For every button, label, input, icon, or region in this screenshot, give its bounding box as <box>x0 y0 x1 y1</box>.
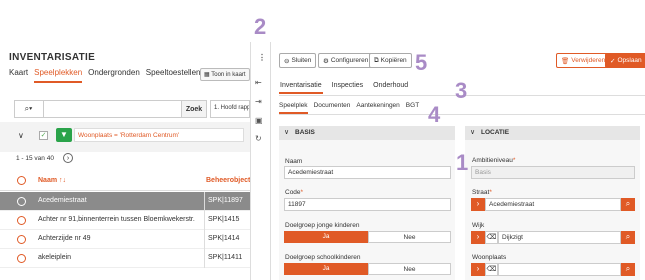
code-field[interactable]: 11897 <box>284 198 451 211</box>
row-radio[interactable] <box>17 216 26 225</box>
collapse-left-icon[interactable]: ⇤ <box>255 78 262 87</box>
column-beheerobject[interactable]: Beheerobject <box>206 177 250 184</box>
straat-field[interactable]: Acedemiestraat <box>485 198 621 211</box>
code-label: Code* <box>285 189 304 196</box>
eraser-icon[interactable]: ⌫ <box>485 231 498 244</box>
close-button[interactable]: ⊖ Sluiten <box>279 53 317 68</box>
woonplaats-field[interactable] <box>498 263 621 276</box>
nav-ondergronden[interactable]: Ondergronden <box>88 68 140 83</box>
nav-speeltoestellen[interactable]: Speeltoestellen <box>146 68 201 83</box>
chevron-down-icon[interactable]: ∨ <box>18 131 24 140</box>
copy-button[interactable]: ⧉ Kopiëren <box>369 53 412 68</box>
woonplaats-label: Woonplaats <box>472 254 507 261</box>
jonge-kinderen-ja[interactable]: Ja <box>284 231 368 243</box>
chevron-down-icon: ∨ <box>470 129 476 136</box>
ambitie-select[interactable]: Basis <box>471 166 635 179</box>
schoolkinderen-ja[interactable]: Ja <box>284 263 368 275</box>
annotation-3: 3 <box>455 78 468 103</box>
login-icon[interactable]: ⇥ <box>255 97 262 106</box>
arrow-right-icon[interactable]: › <box>471 263 485 276</box>
tab-aantekeningen[interactable]: Aantekeningen <box>356 102 399 114</box>
filter-icon[interactable]: ▼ <box>56 128 72 142</box>
locatie-section-header[interactable]: ∨ LOCATIE <box>465 126 640 140</box>
annotation-1: 1 <box>456 150 469 175</box>
tab-inventarisatie[interactable]: Inventarisatie <box>279 82 323 94</box>
eraser-icon[interactable]: ⌫ <box>485 263 498 276</box>
arrow-left-icon: ⊖ <box>284 57 290 65</box>
column-naam[interactable]: Naam ↑↓ <box>38 177 66 184</box>
arrow-right-icon[interactable]: › <box>471 231 485 244</box>
nav-kaart[interactable]: Kaart <box>9 68 28 83</box>
schoolkinderen-label: Doelgroep schoolkinderen <box>285 254 361 261</box>
sub-tabs: Speelplek Documenten Aantekeningen BGT <box>279 102 419 114</box>
search-icon[interactable]: ⌕ <box>621 198 635 211</box>
refresh-icon[interactable]: ↻ <box>255 134 262 143</box>
schoolkinderen-nee[interactable]: Nee <box>368 263 451 275</box>
delete-button[interactable]: 🗑 Verwijderen <box>556 53 611 68</box>
jonge-kinderen-label: Doelgroep jonge kinderen <box>285 222 360 229</box>
table-header: Naam ↑↓ Beheerobject <box>0 171 250 191</box>
row-radio[interactable] <box>17 254 26 263</box>
check-icon: ✓ <box>610 57 616 65</box>
expand-icon[interactable]: ▣ <box>255 116 263 125</box>
jonge-kinderen-nee[interactable]: Nee <box>368 231 451 243</box>
table-row[interactable]: akeleiplein SPK|11411 <box>0 249 250 268</box>
main-nav: Kaart Speelplekken Ondergronden Speeltoe… <box>9 68 200 83</box>
annotation-2: 2 <box>254 14 267 39</box>
annotation-4: 4 <box>428 102 441 127</box>
arrow-right-icon[interactable]: › <box>471 198 485 211</box>
page-title: INVENTARISATIE <box>9 52 96 63</box>
nav-speelplekken[interactable]: Speelplekken <box>34 68 83 83</box>
save-button[interactable]: ✓ Opslaan <box>605 53 645 68</box>
ambitie-label: Ambitieniveau* <box>472 157 516 164</box>
basis-section-header[interactable]: ∨ BASIS <box>279 126 455 140</box>
wijk-label: Wijk <box>472 222 485 229</box>
gear-icon: ⚙ <box>323 57 329 65</box>
tab-onderhoud[interactable]: Onderhoud <box>372 82 409 94</box>
tab-speelplek[interactable]: Speelplek <box>279 102 308 114</box>
chevron-down-icon: ∨ <box>284 129 290 136</box>
view-select[interactable]: 1. Hoofd rapp <box>210 100 250 118</box>
search-icon: ⌕▾ <box>24 104 33 113</box>
naam-label: Naam <box>285 158 303 165</box>
search-dropdown[interactable]: ⌕▾ <box>14 100 44 118</box>
tab-documenten[interactable]: Documenten <box>314 102 351 114</box>
naam-field[interactable]: Acedemiestraat <box>284 166 451 179</box>
search-icon[interactable]: ⌕ <box>621 231 635 244</box>
header-radio[interactable] <box>17 176 26 185</box>
copy-icon: ⧉ <box>374 56 379 64</box>
result-count: 1 - 15 van 40 <box>16 155 54 162</box>
annotation-5: 5 <box>415 50 428 75</box>
trash-icon: 🗑 <box>561 57 570 65</box>
wijk-field[interactable]: Dijkzigt <box>498 231 621 244</box>
tab-inspecties[interactable]: Inspecties <box>331 82 365 94</box>
table-row[interactable]: Achterzijde nr 49 SPK|1414 <box>0 230 250 249</box>
active-filter[interactable]: Woonplaats = 'Rotterdam Centrum' <box>74 128 244 142</box>
configure-button[interactable]: ⚙ Configureren <box>318 53 374 68</box>
row-radio[interactable] <box>17 197 26 206</box>
select-all-checkbox[interactable]: ✓ <box>39 131 48 140</box>
search-icon[interactable]: ⌕ <box>621 263 635 276</box>
table-row[interactable]: Acedemiestraat SPK|11897 <box>0 192 250 211</box>
main-tabs: Inventarisatie Inspecties Onderhoud <box>279 82 409 94</box>
more-vertical-icon[interactable]: ⋮ <box>258 53 266 62</box>
tab-bgt[interactable]: BGT <box>406 102 419 114</box>
show-on-map-button[interactable]: ▦ Toon in kaart <box>200 68 250 81</box>
row-radio[interactable] <box>17 235 26 244</box>
search-button[interactable]: Zoek <box>181 100 207 118</box>
next-page-button[interactable]: › <box>63 153 73 163</box>
table-row[interactable]: Achter nr 91,binnenterrein tussen Bloemk… <box>0 211 250 230</box>
straat-label: Straat* <box>472 189 492 196</box>
